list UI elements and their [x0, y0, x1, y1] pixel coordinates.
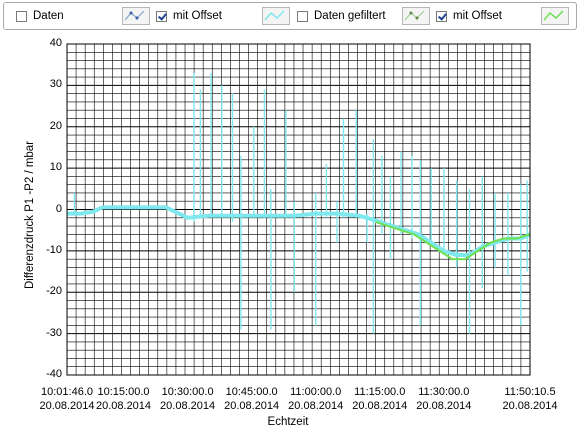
x-tick-label: 10:01:46.0 20.08.2014: [39, 386, 95, 412]
x-axis-title: Echtzeit: [267, 416, 309, 428]
x-tick-label: 10:30:00.0 20.08.2014: [160, 386, 216, 412]
y-tick-label: 10: [49, 161, 62, 174]
x-tick-label: 11:15:00.0 20.08.2014: [352, 386, 408, 412]
y-tick-label: -40: [46, 368, 62, 380]
y-tick-label: 40: [49, 37, 62, 49]
x-tick-label: 11:00:00.0 20.08.2014: [288, 386, 344, 412]
y-tick-label: -20: [46, 285, 62, 298]
x-tick-label: 11:30:00.0 20.08.2014: [416, 386, 472, 412]
y-tick-label: -10: [46, 243, 62, 256]
plot-area[interactable]: [0, 0, 582, 443]
x-tick-label: 11:50:10.5 20.08.2014: [502, 386, 558, 412]
y-tick-label: 20: [49, 119, 62, 132]
x-tick-label: 10:15:00.0 20.08.2014: [95, 386, 152, 412]
y-tick-label: -30: [46, 326, 62, 339]
x-tick-label: 10:45:00.0 20.08.2014: [224, 386, 280, 412]
y-tick-label: 30: [49, 78, 62, 91]
y-tick-label: 0: [55, 202, 62, 215]
